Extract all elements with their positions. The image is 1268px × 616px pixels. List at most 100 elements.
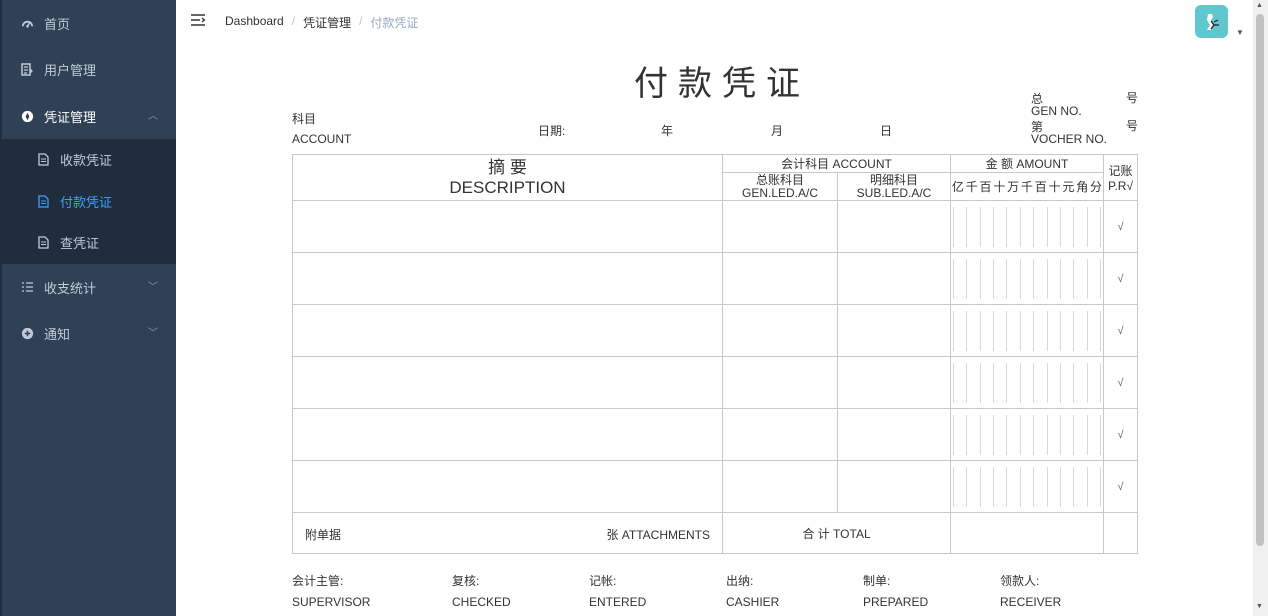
description-input-cell[interactable] — [292, 200, 723, 253]
amount-digit-label: 元 — [1062, 180, 1075, 194]
sidebar-item-notice[interactable]: 通知 ﹀ — [2, 310, 176, 356]
voucher-no-label-en: VOCHER NO. — [1031, 132, 1108, 146]
gen-led-input-cell[interactable] — [722, 356, 838, 409]
sidebar-item-home[interactable]: 首页 — [2, 0, 176, 46]
signature-label-en: RECEIVER — [1000, 595, 1062, 609]
gen-led-input-cell[interactable] — [722, 408, 838, 461]
pr-check-mark[interactable]: √ — [1103, 408, 1139, 461]
sidebar-item-query-voucher[interactable]: 查凭证 — [2, 222, 176, 262]
amount-digit-slot — [1061, 258, 1075, 299]
attachments-label-en: 张 ATTACHMENTS — [606, 528, 710, 542]
amount-digit-slot — [1021, 310, 1035, 351]
sidebar-item-receipt-voucher[interactable]: 收款凭证 — [2, 139, 176, 179]
pr-check-mark[interactable]: √ — [1103, 460, 1139, 513]
compass-icon — [20, 109, 34, 123]
amount-digit-label: 万 — [1007, 180, 1020, 194]
amount-digit-slot — [1034, 414, 1048, 455]
amount-digit-slot — [981, 258, 995, 299]
breadcrumb-item-current: 付款凭证 — [370, 16, 419, 30]
sub-led-input-cell[interactable] — [836, 356, 952, 409]
voucher-no-hao: 号 — [1126, 119, 1139, 133]
file-icon — [36, 194, 50, 208]
amount-digit-slot — [994, 466, 1008, 507]
amount-digit-slot — [1034, 206, 1048, 247]
amount-digit-grid — [953, 310, 1101, 351]
sidebar-item-statistics[interactable]: 收支统计 ﹀ — [2, 264, 176, 310]
scroll-down-arrow-icon[interactable]: ▼ — [1256, 603, 1263, 610]
signature-label-cn: 领款人: — [1000, 574, 1040, 588]
sub-led-input-cell[interactable] — [836, 408, 952, 461]
pr-check-mark[interactable]: √ — [1103, 200, 1139, 253]
sidebar-item-vouchers[interactable]: 凭证管理 ︿ — [2, 93, 176, 139]
scroll-up-arrow-icon[interactable]: ▲ — [1256, 2, 1263, 9]
scroll-thumb[interactable] — [1256, 14, 1264, 546]
pr-check-mark[interactable]: √ — [1103, 356, 1139, 409]
sub-led-input-cell[interactable] — [836, 200, 952, 253]
description-input-cell[interactable] — [292, 356, 723, 409]
description-header-cn: 摘 要 — [488, 157, 527, 177]
date-label: 日期: — [538, 124, 566, 138]
amount-digit-slot — [1007, 258, 1021, 299]
voucher-entry-row: √ — [292, 252, 1139, 305]
sub-led-header: 明细科目 SUB.LED.A/C — [836, 172, 952, 201]
amount-digit-slot — [1007, 466, 1021, 507]
description-input-cell[interactable] — [292, 460, 723, 513]
breadcrumb-item-voucher-mgmt[interactable]: 凭证管理 — [303, 14, 351, 31]
gen-led-input-cell[interactable] — [722, 200, 838, 253]
avatar[interactable] — [1195, 5, 1228, 38]
amount-digit-slot — [1088, 414, 1101, 455]
gen-led-input-cell[interactable] — [722, 252, 838, 305]
amount-digit-slot — [1007, 414, 1021, 455]
plus-circle-icon — [20, 326, 34, 340]
amount-input-cell[interactable] — [950, 408, 1105, 461]
amount-digit-slot — [967, 206, 981, 247]
description-header-en: DESCRIPTION — [449, 177, 566, 197]
amount-input-cell[interactable] — [950, 200, 1105, 253]
amount-digit-slot — [967, 310, 981, 351]
amount-digit-slot — [1048, 206, 1061, 247]
breadcrumb-separator: / — [291, 14, 296, 28]
voucher-entry-row: √ — [292, 408, 1139, 461]
caret-down-icon[interactable]: ▼ — [1236, 28, 1244, 37]
amount-digit-slot — [1034, 310, 1048, 351]
breadcrumb-item-dashboard[interactable]: Dashboard — [225, 14, 284, 31]
total-amount-cell[interactable] — [950, 512, 1105, 554]
sub-led-input-cell[interactable] — [836, 304, 952, 357]
description-input-cell[interactable] — [292, 408, 723, 461]
breadcrumb-separator: / — [359, 14, 363, 28]
scrollbar[interactable]: ▲ ▼ — [1253, 0, 1268, 616]
sub-led-input-cell[interactable] — [836, 252, 952, 305]
gen-led-input-cell[interactable] — [722, 460, 838, 513]
description-input-cell[interactable] — [292, 304, 723, 357]
amount-digit-slot — [1007, 206, 1021, 247]
voucher-entry-row: √ — [292, 356, 1139, 409]
amount-digit-slot — [994, 310, 1008, 351]
description-input-cell[interactable] — [292, 252, 723, 305]
amount-input-cell[interactable] — [950, 460, 1105, 513]
amount-input-cell[interactable] — [950, 304, 1105, 357]
signature-label-cn: 会计主管: — [292, 574, 344, 588]
amount-digit-slot — [994, 414, 1008, 455]
hamburger-icon[interactable] — [190, 13, 206, 27]
amount-digit-slot — [1088, 258, 1101, 299]
gen-led-header-en: GEN.LED.A/C — [741, 185, 819, 200]
amount-digit-label: 百 — [979, 180, 992, 194]
gen-led-input-cell[interactable] — [722, 304, 838, 357]
signature-label-cn: 记帐: — [589, 574, 617, 588]
amount-input-cell[interactable] — [950, 252, 1105, 305]
amount-digit-grid — [953, 414, 1101, 455]
amount-digit-label: 分 — [1090, 180, 1103, 194]
amount-digit-grid — [953, 362, 1101, 403]
pr-check-mark[interactable]: √ — [1103, 304, 1139, 357]
amount-digit-label: 千 — [1020, 180, 1033, 194]
sidebar-item-payment-voucher[interactable]: 付款凭证 — [2, 181, 176, 221]
amount-digit-slot — [994, 258, 1008, 299]
amount-digit-label: 千 — [965, 180, 978, 194]
amount-digit-slot — [1061, 206, 1075, 247]
sidebar-item-users[interactable]: 用户管理 — [2, 46, 176, 92]
pr-check-mark[interactable]: √ — [1103, 252, 1139, 305]
amount-input-cell[interactable] — [950, 356, 1105, 409]
sub-led-input-cell[interactable] — [836, 460, 952, 513]
amount-digit-slot — [1088, 466, 1101, 507]
attachments-label-cn: 附单据 — [305, 528, 342, 542]
